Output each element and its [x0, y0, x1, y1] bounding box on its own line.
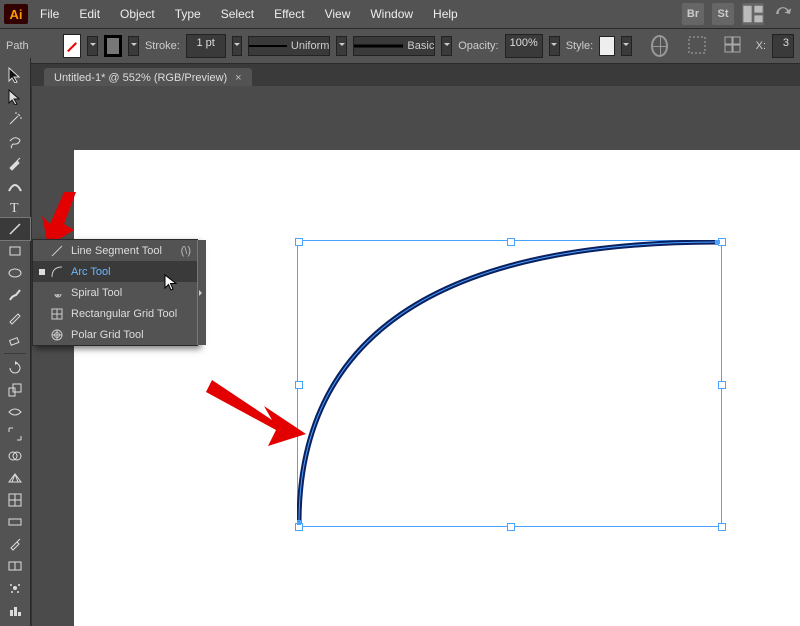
menu-file[interactable]: File	[32, 3, 67, 25]
mesh-tool[interactable]	[0, 489, 30, 511]
arrange-icon[interactable]	[742, 3, 764, 25]
symbol-sprayer-tool[interactable]	[0, 577, 30, 599]
annotation-arrow-tool	[28, 186, 76, 246]
object-type-label: Path	[6, 40, 29, 52]
curvature-tool[interactable]	[0, 174, 30, 196]
stock-icon[interactable]: St	[712, 3, 734, 25]
mouse-cursor-icon	[164, 274, 182, 295]
opacity-label: Opacity:	[458, 40, 498, 52]
svg-text:T: T	[10, 201, 19, 215]
flyout-item-label: Arc Tool	[71, 266, 111, 278]
active-indicator-icon	[39, 248, 45, 254]
flyout-item-label: Polar Grid Tool	[71, 329, 144, 341]
menubar: Ai File Edit Object Type Select Effect V…	[0, 0, 800, 29]
flyout-item-label: Rectangular Grid Tool	[71, 308, 177, 320]
line-icon	[49, 243, 65, 259]
tools-panel: T	[0, 58, 31, 626]
pen-tool[interactable]	[0, 152, 30, 174]
stroke-weight-input[interactable]: 1 pt	[186, 34, 226, 58]
arc-icon	[49, 264, 65, 280]
line-segment-tool[interactable]	[0, 218, 30, 240]
sync-icon[interactable]	[772, 3, 794, 25]
fill-dropdown[interactable]	[87, 36, 98, 56]
recolor-icon[interactable]	[651, 35, 668, 57]
x-input[interactable]: 3	[772, 34, 794, 58]
type-tool[interactable]: T	[0, 196, 30, 218]
polar-icon	[49, 327, 65, 343]
menu-edit[interactable]: Edit	[71, 3, 108, 25]
x-label: X:	[756, 40, 766, 52]
menu-object[interactable]: Object	[112, 3, 163, 25]
flyout-tearoff-handle[interactable]	[197, 240, 206, 345]
document-tab-title: Untitled-1* @ 552% (RGB/Preview)	[54, 72, 227, 84]
spiral-icon	[49, 285, 65, 301]
blend-tool[interactable]	[0, 555, 30, 577]
fill-swatch[interactable]	[63, 34, 81, 58]
rectangle-tool[interactable]	[0, 240, 30, 262]
brush-dropdown[interactable]	[441, 36, 452, 56]
flyout-item-polar-grid-tool[interactable]: Polar Grid Tool	[33, 324, 197, 345]
lasso-tool[interactable]	[0, 130, 30, 152]
perspective-grid-tool[interactable]	[0, 467, 30, 489]
eraser-tool[interactable]	[0, 328, 30, 350]
selection-tool[interactable]	[0, 64, 30, 86]
flyout-item-label: Line Segment Tool	[71, 245, 162, 257]
app-logo: Ai	[4, 4, 28, 24]
flyout-item-rectangular-grid-tool[interactable]: Rectangular Grid Tool	[33, 303, 197, 324]
menu-window[interactable]: Window	[362, 3, 421, 25]
flyout-item-label: Spiral Tool	[71, 287, 122, 299]
style-label: Style:	[566, 40, 594, 52]
active-indicator-icon	[39, 269, 45, 275]
stroke-label: Stroke:	[145, 40, 180, 52]
align-icon[interactable]	[688, 36, 706, 57]
brush-definition[interactable]: Basic	[353, 36, 435, 56]
active-indicator-icon	[39, 311, 45, 317]
stroke-swatch[interactable]	[104, 35, 122, 57]
arc-path[interactable]	[297, 240, 720, 525]
opacity-dropdown[interactable]	[549, 36, 560, 56]
transform-icon[interactable]	[724, 36, 744, 57]
menu-select[interactable]: Select	[213, 3, 262, 25]
free-transform-tool[interactable]	[0, 423, 30, 445]
shape-builder-tool[interactable]	[0, 445, 30, 467]
flyout-item-shortcut: (\)	[181, 245, 191, 257]
variable-width-profile[interactable]: Uniform	[248, 36, 330, 56]
gradient-tool[interactable]	[0, 511, 30, 533]
rotate-tool[interactable]	[0, 357, 30, 379]
paintbrush-tool[interactable]	[0, 284, 30, 306]
column-graph-tool[interactable]	[0, 599, 30, 621]
stroke-dropdown[interactable]	[128, 36, 139, 56]
width-tool[interactable]	[0, 401, 30, 423]
stroke-weight-dropdown[interactable]	[232, 36, 243, 56]
profile-dropdown[interactable]	[336, 36, 347, 56]
annotation-arrow-arc	[206, 374, 306, 446]
document-tab[interactable]: Untitled-1* @ 552% (RGB/Preview) ×	[44, 68, 252, 88]
active-indicator-icon	[39, 290, 45, 296]
scale-tool[interactable]	[0, 379, 30, 401]
control-bar: Path Stroke: 1 pt Uniform Basic Opacity:…	[0, 29, 800, 64]
flyout-item-line-segment-tool[interactable]: Line Segment Tool (\)	[33, 240, 197, 261]
close-tab-button[interactable]: ×	[235, 72, 241, 84]
menu-type[interactable]: Type	[167, 3, 209, 25]
graphic-style-swatch[interactable]	[599, 36, 614, 56]
direct-selection-tool[interactable]	[0, 86, 30, 108]
bridge-icon[interactable]: Br	[682, 3, 704, 25]
menu-view[interactable]: View	[317, 3, 359, 25]
active-indicator-icon	[39, 332, 45, 338]
grid-icon	[49, 306, 65, 322]
style-dropdown[interactable]	[621, 36, 632, 56]
pencil-tool[interactable]	[0, 306, 30, 328]
ellipse-tool[interactable]	[0, 262, 30, 284]
magic-wand-tool[interactable]	[0, 108, 30, 130]
eyedropper-tool[interactable]	[0, 533, 30, 555]
menu-effect[interactable]: Effect	[266, 3, 312, 25]
menu-help[interactable]: Help	[425, 3, 466, 25]
opacity-input[interactable]: 100%	[505, 34, 543, 58]
document-tab-bar: Untitled-1* @ 552% (RGB/Preview) ×	[0, 64, 800, 88]
